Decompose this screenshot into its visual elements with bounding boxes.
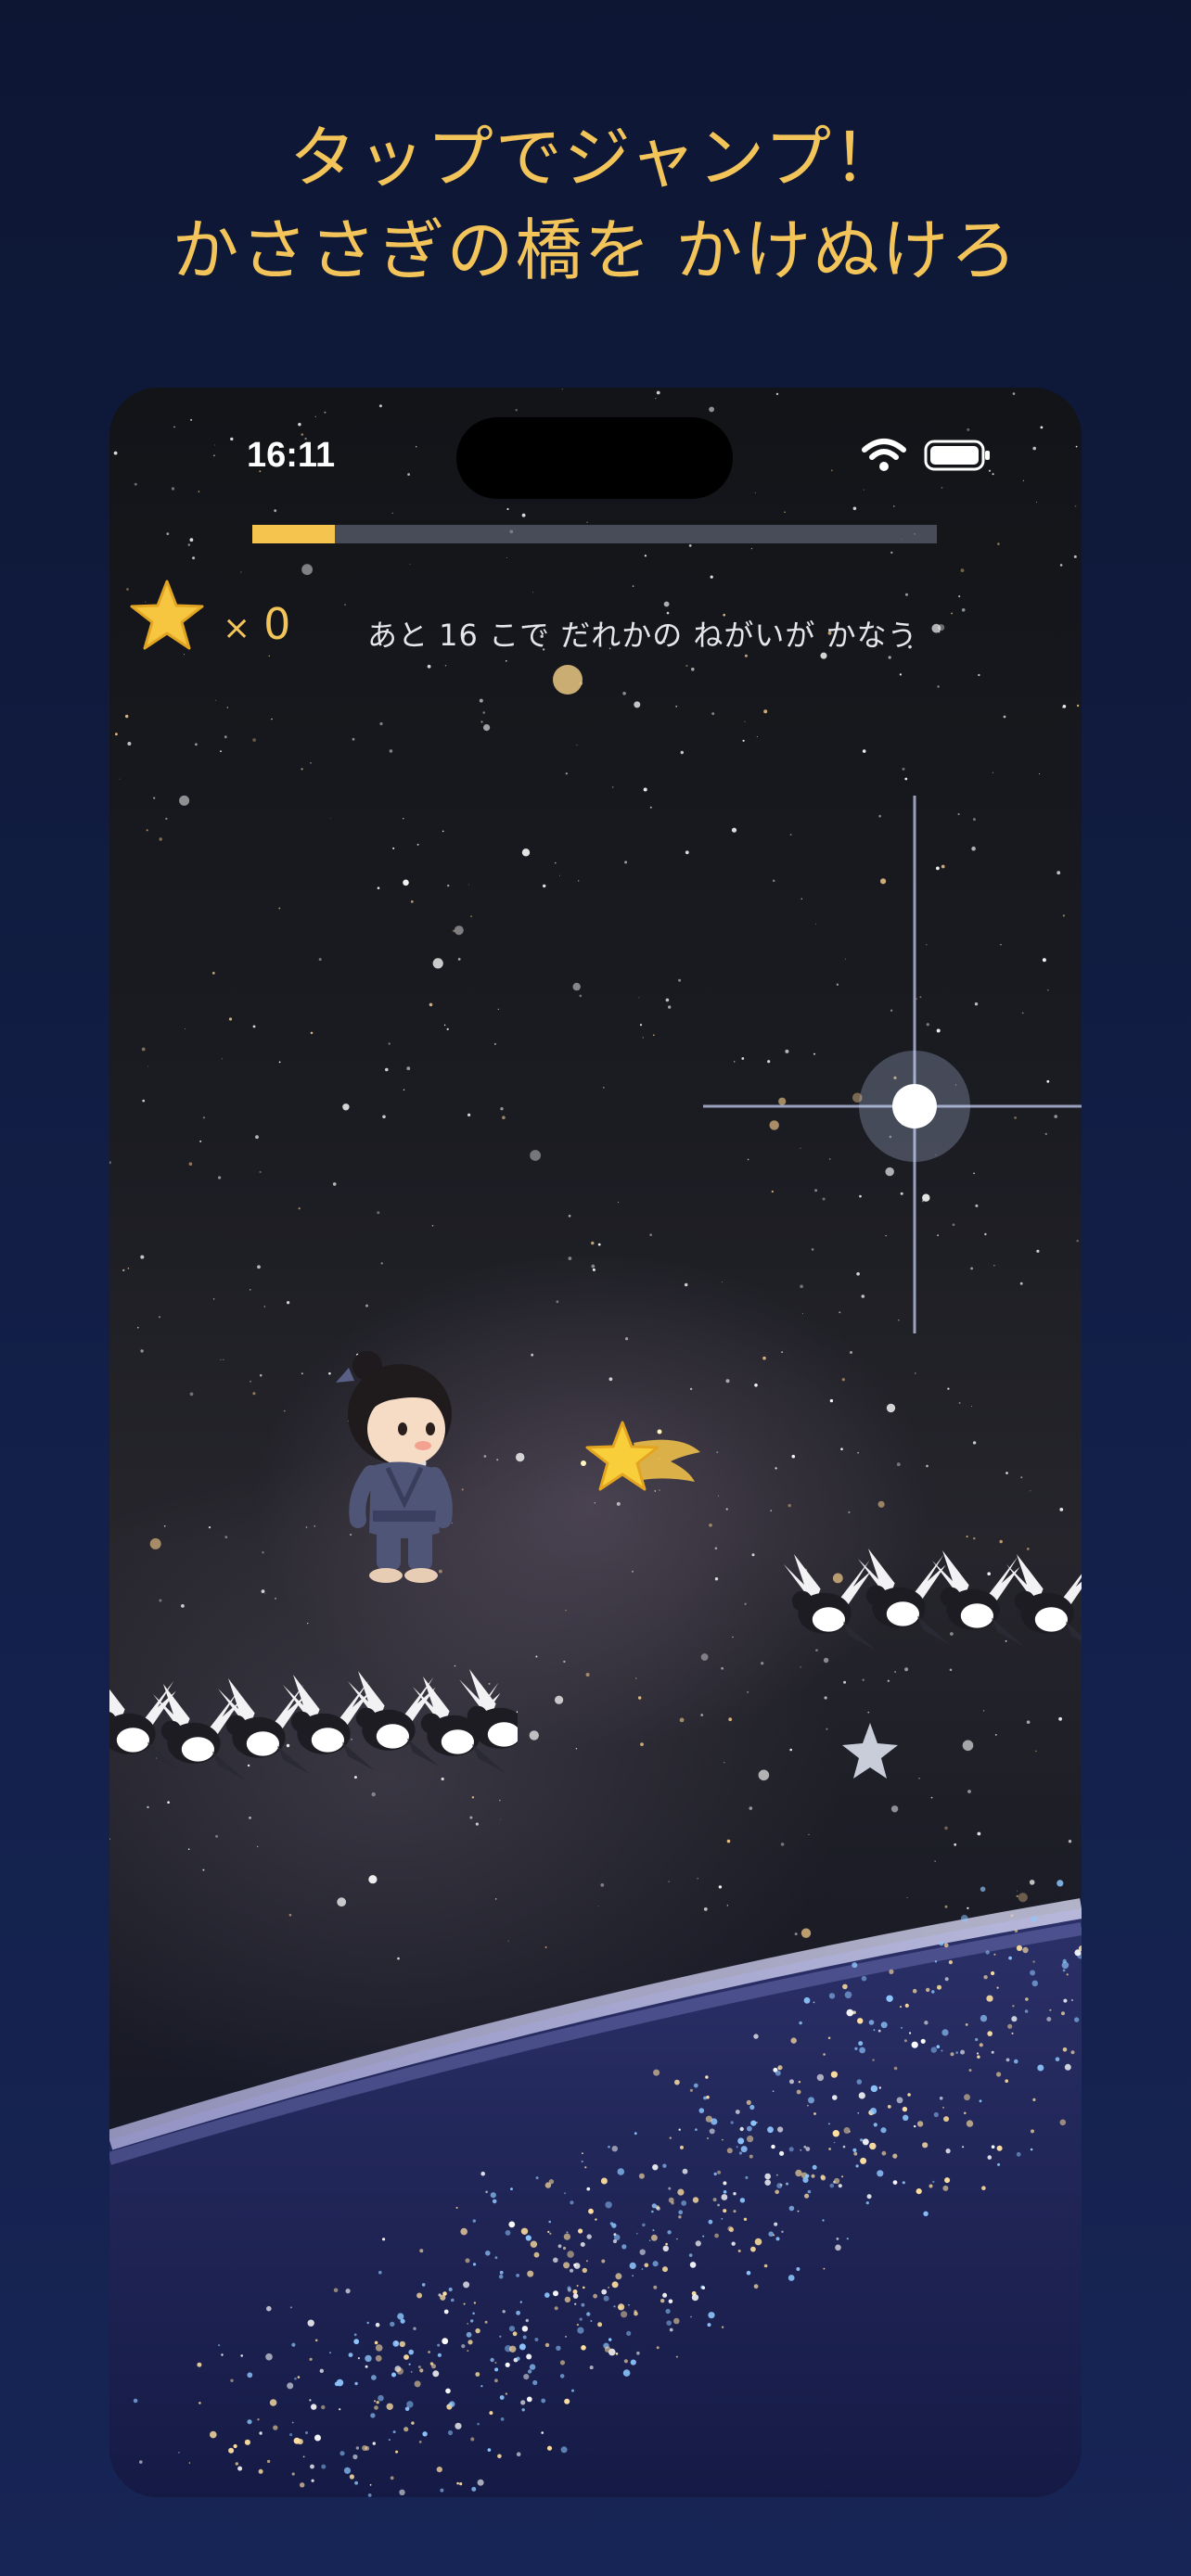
dynamic-island (456, 417, 733, 499)
star-count-value: 0 (263, 599, 291, 649)
wish-hint-text: あと 16 こで だれかの ねがいが かなう (367, 618, 918, 653)
star-icon (130, 580, 204, 650)
player-character (336, 1351, 453, 1583)
status-time: 16:11 (247, 436, 336, 475)
headline-line-2: かささぎの橋を かけぬけろ (172, 211, 1019, 289)
milky-way (109, 1880, 1082, 2497)
marketing-headline: タップでジャンプ！ かささぎの橋を かけぬけろ (0, 111, 1191, 297)
game-screen[interactable]: 16:11 × 0 あと 16 こで だれかの ねがいが かなう (109, 388, 1082, 2497)
magpie-bridge-right (784, 1549, 1082, 1651)
battery-icon (924, 440, 990, 471)
headline-line-1: タップでジャンプ！ (288, 119, 903, 197)
level-progress-bar (252, 525, 937, 543)
shooting-star-icon[interactable] (578, 1415, 708, 1517)
level-progress-fill (252, 525, 335, 543)
star-counter: × 0 (223, 599, 290, 649)
magpie-bridge-left (109, 1669, 518, 1780)
star-count-prefix: × (223, 609, 251, 647)
wifi-icon (862, 439, 906, 471)
